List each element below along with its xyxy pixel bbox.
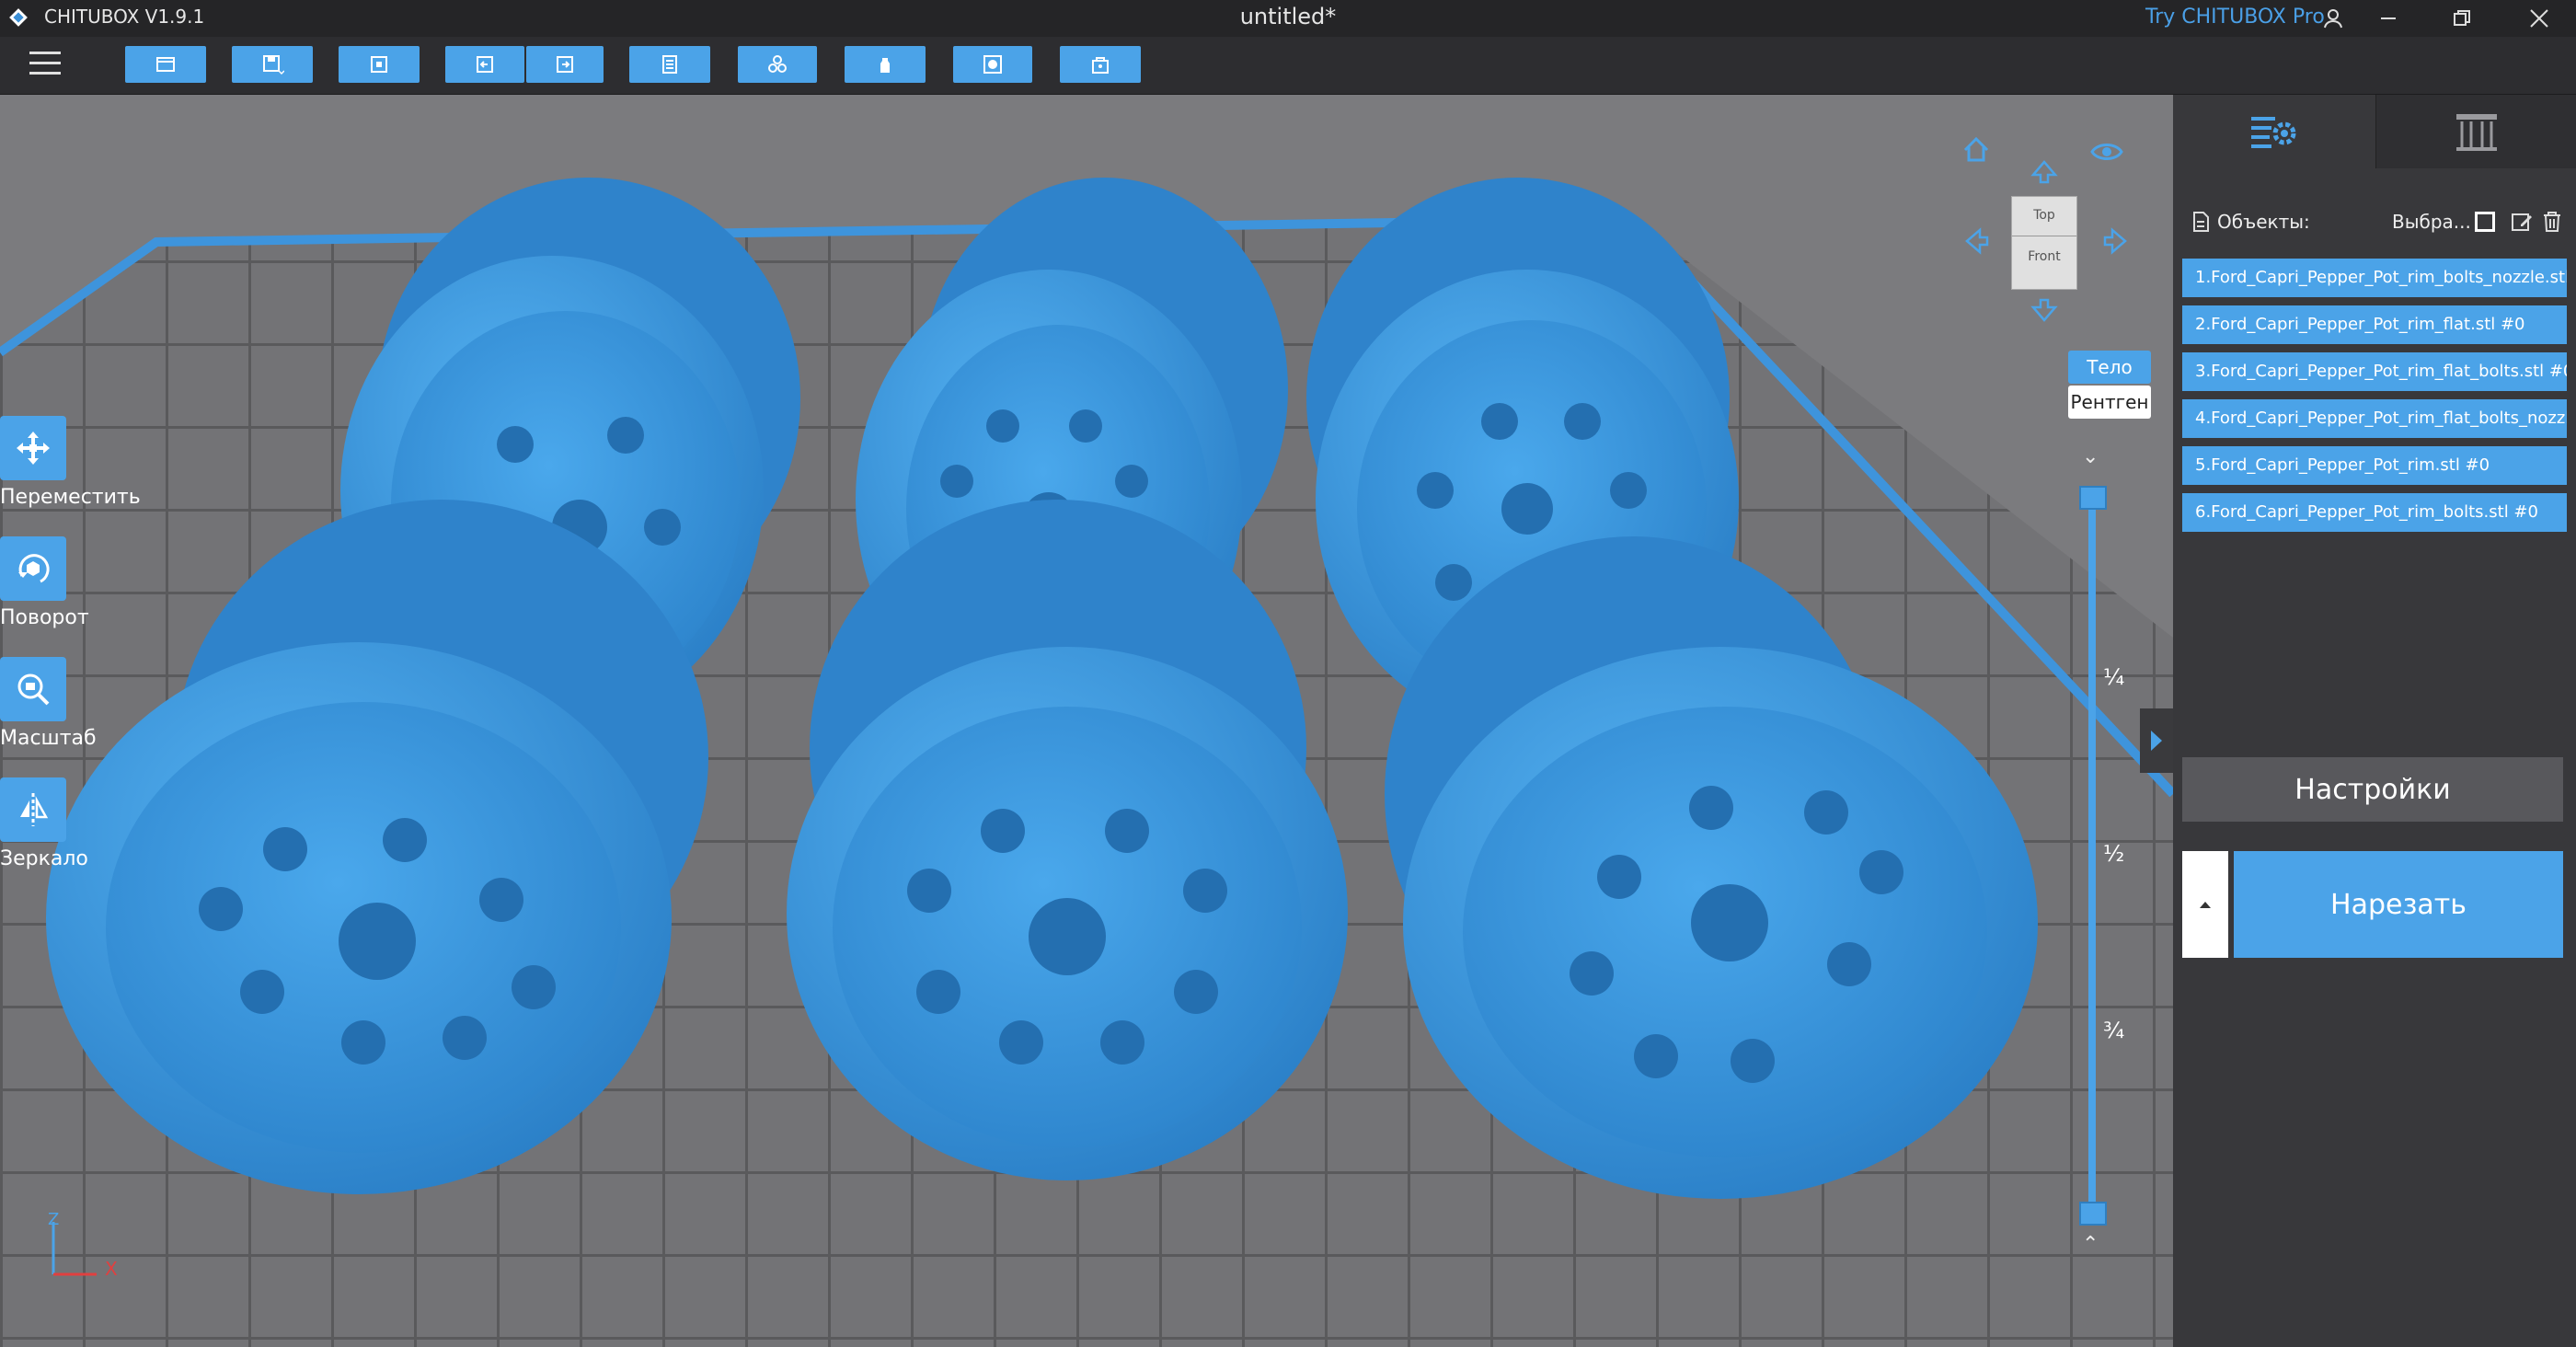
objects-header: Объекты: Выбра... (2190, 205, 2567, 238)
view-cube[interactable]: Top Front (2011, 196, 2077, 290)
import-button[interactable] (339, 46, 420, 83)
scale-tool-label: Масштаб (0, 727, 97, 750)
try-pro-link[interactable]: Try CHITUBOX Pro (2145, 6, 2325, 29)
object-list-item[interactable]: 1.Ford_Capri_Pepper_Pot_rim_bolts_nozzle… (2182, 259, 2567, 297)
rotate-icon (18, 554, 50, 583)
mirror-icon (20, 793, 49, 826)
object-list-item[interactable]: 3.Ford_Capri_Pepper_Pot_rim_flat_bolts.s… (2182, 352, 2567, 391)
redo-icon (557, 56, 573, 73)
rotate-tool-label: Поворот (0, 606, 89, 629)
drill-button[interactable] (1060, 46, 1141, 83)
layer-slider-bottom-handle[interactable] (2079, 1202, 2107, 1226)
undo-icon (477, 56, 493, 73)
slider-half-mark: ½ (2103, 841, 2125, 867)
slider-quarter-mark: ¼ (2103, 664, 2125, 690)
close-icon (2530, 9, 2548, 28)
slice-controls: Нарезать (2182, 851, 2563, 958)
redo-button[interactable] (526, 46, 604, 83)
hollow-icon (983, 55, 1002, 74)
build-plate-scene[interactable] (0, 95, 2173, 1347)
layout-icon (662, 55, 677, 74)
object-list-item[interactable]: 6.Ford_Capri_Pepper_Pot_rim_bolts.stl #0 (2182, 493, 2567, 532)
slider-collapse-chevron-down-icon[interactable]: ⌄ (2082, 445, 2099, 468)
user-icon (2324, 9, 2342, 29)
move-tool-label: Переместить (0, 486, 141, 509)
support-icon (880, 58, 890, 73)
object-list-item[interactable]: 2.Ford_Capri_Pepper_Pot_rim_flat.stl #0 (2182, 305, 2567, 344)
visibility-eye-icon[interactable] (2088, 138, 2125, 166)
home-view-icon[interactable] (1960, 133, 1993, 167)
object-list-item[interactable]: 4.Ford_Capri_Pepper_Pot_rim_flat_bolts_n… (2182, 399, 2567, 438)
3d-viewport[interactable]: Z X Переместить Поворот Масштаб Зеркало (0, 95, 2173, 1347)
view-down-arrow-icon[interactable] (2028, 296, 2061, 324)
rotate-tool[interactable]: Поворот (0, 536, 138, 629)
objects-label: Объекты: (2217, 211, 2310, 233)
view-right-arrow-icon[interactable] (2101, 224, 2129, 258)
move-icon (17, 432, 50, 465)
xray-mode-button[interactable]: Рентген (2068, 386, 2151, 419)
settings-button[interactable]: Настройки (2182, 757, 2563, 822)
hollow-button[interactable] (953, 46, 1032, 83)
delete-trash-icon[interactable] (2541, 210, 2563, 234)
list-settings-icon (2251, 117, 2296, 148)
slider-three-quarter-mark: ¾ (2103, 1018, 2125, 1043)
body-mode-button[interactable]: Тело (2068, 351, 2151, 384)
slice-button[interactable]: Нарезать (2234, 851, 2563, 958)
edit-icon[interactable] (2510, 210, 2534, 234)
mirror-tool-button[interactable] (0, 777, 66, 842)
close-button[interactable] (2512, 0, 2567, 37)
drill-icon (1092, 57, 1109, 74)
import-icon (371, 56, 387, 73)
scale-icon (17, 674, 50, 706)
view-cube-front-face[interactable]: Front (2012, 249, 2076, 264)
select-all-checkbox[interactable] (2475, 212, 2495, 232)
restore-icon (2454, 10, 2470, 26)
title-bar: CHITUBOX V1.9.1 untitled* Try CHITUBOX P… (0, 0, 2576, 37)
group-button[interactable] (738, 46, 817, 83)
panel-collapse-toggle[interactable] (2140, 708, 2173, 773)
open-file-icon (156, 57, 175, 72)
supports-icon (2456, 114, 2497, 151)
play-arrow-icon (2151, 731, 2162, 751)
minimize-button[interactable] (2361, 0, 2416, 37)
right-panel: Объекты: Выбра... 1.Ford_Capri_Pepper_Po… (2173, 95, 2576, 1347)
save-button[interactable] (232, 46, 313, 83)
user-account-button[interactable] (2306, 0, 2361, 37)
main-toolbar (0, 37, 2576, 95)
tab-object-settings[interactable] (2173, 95, 2374, 168)
select-all-label[interactable]: Выбра... (2392, 211, 2471, 233)
open-file-button[interactable] (125, 46, 206, 83)
scale-tool[interactable]: Масштаб (0, 657, 138, 750)
move-tool[interactable]: Переместить (0, 416, 141, 509)
restore-button[interactable] (2434, 0, 2490, 37)
slice-options-toggle[interactable] (2182, 851, 2228, 958)
rotate-tool-button[interactable] (0, 536, 66, 601)
minimize-icon (2381, 17, 2396, 19)
axis-z-label: Z (48, 1210, 60, 1229)
mirror-tool-label: Зеркало (0, 847, 88, 870)
caret-up-icon (2200, 902, 2211, 908)
object-list-item[interactable]: 5.Ford_Capri_Pepper_Pot_rim.stl #0 (2182, 446, 2567, 485)
move-tool-button[interactable] (0, 416, 66, 480)
axis-x-label: X (105, 1258, 118, 1280)
view-cube-top-face[interactable]: Top (2012, 208, 2076, 223)
support-button[interactable] (845, 46, 926, 83)
mirror-tool[interactable]: Зеркало (0, 777, 138, 870)
layer-slider-top-handle[interactable] (2079, 486, 2107, 510)
document-icon (2193, 212, 2209, 232)
save-icon (263, 55, 284, 75)
scale-tool-button[interactable] (0, 657, 66, 721)
layer-slider-track[interactable] (2088, 489, 2096, 1216)
view-up-arrow-icon[interactable] (2028, 158, 2061, 186)
layout-button[interactable] (629, 46, 710, 83)
view-left-arrow-icon[interactable] (1963, 224, 1991, 258)
undo-button[interactable] (445, 46, 524, 83)
menu-hamburger-icon[interactable] (29, 52, 61, 79)
slider-expand-chevron-up-icon[interactable]: ⌃ (2082, 1233, 2099, 1256)
group-icon (768, 55, 787, 73)
tab-supports[interactable] (2375, 95, 2576, 168)
